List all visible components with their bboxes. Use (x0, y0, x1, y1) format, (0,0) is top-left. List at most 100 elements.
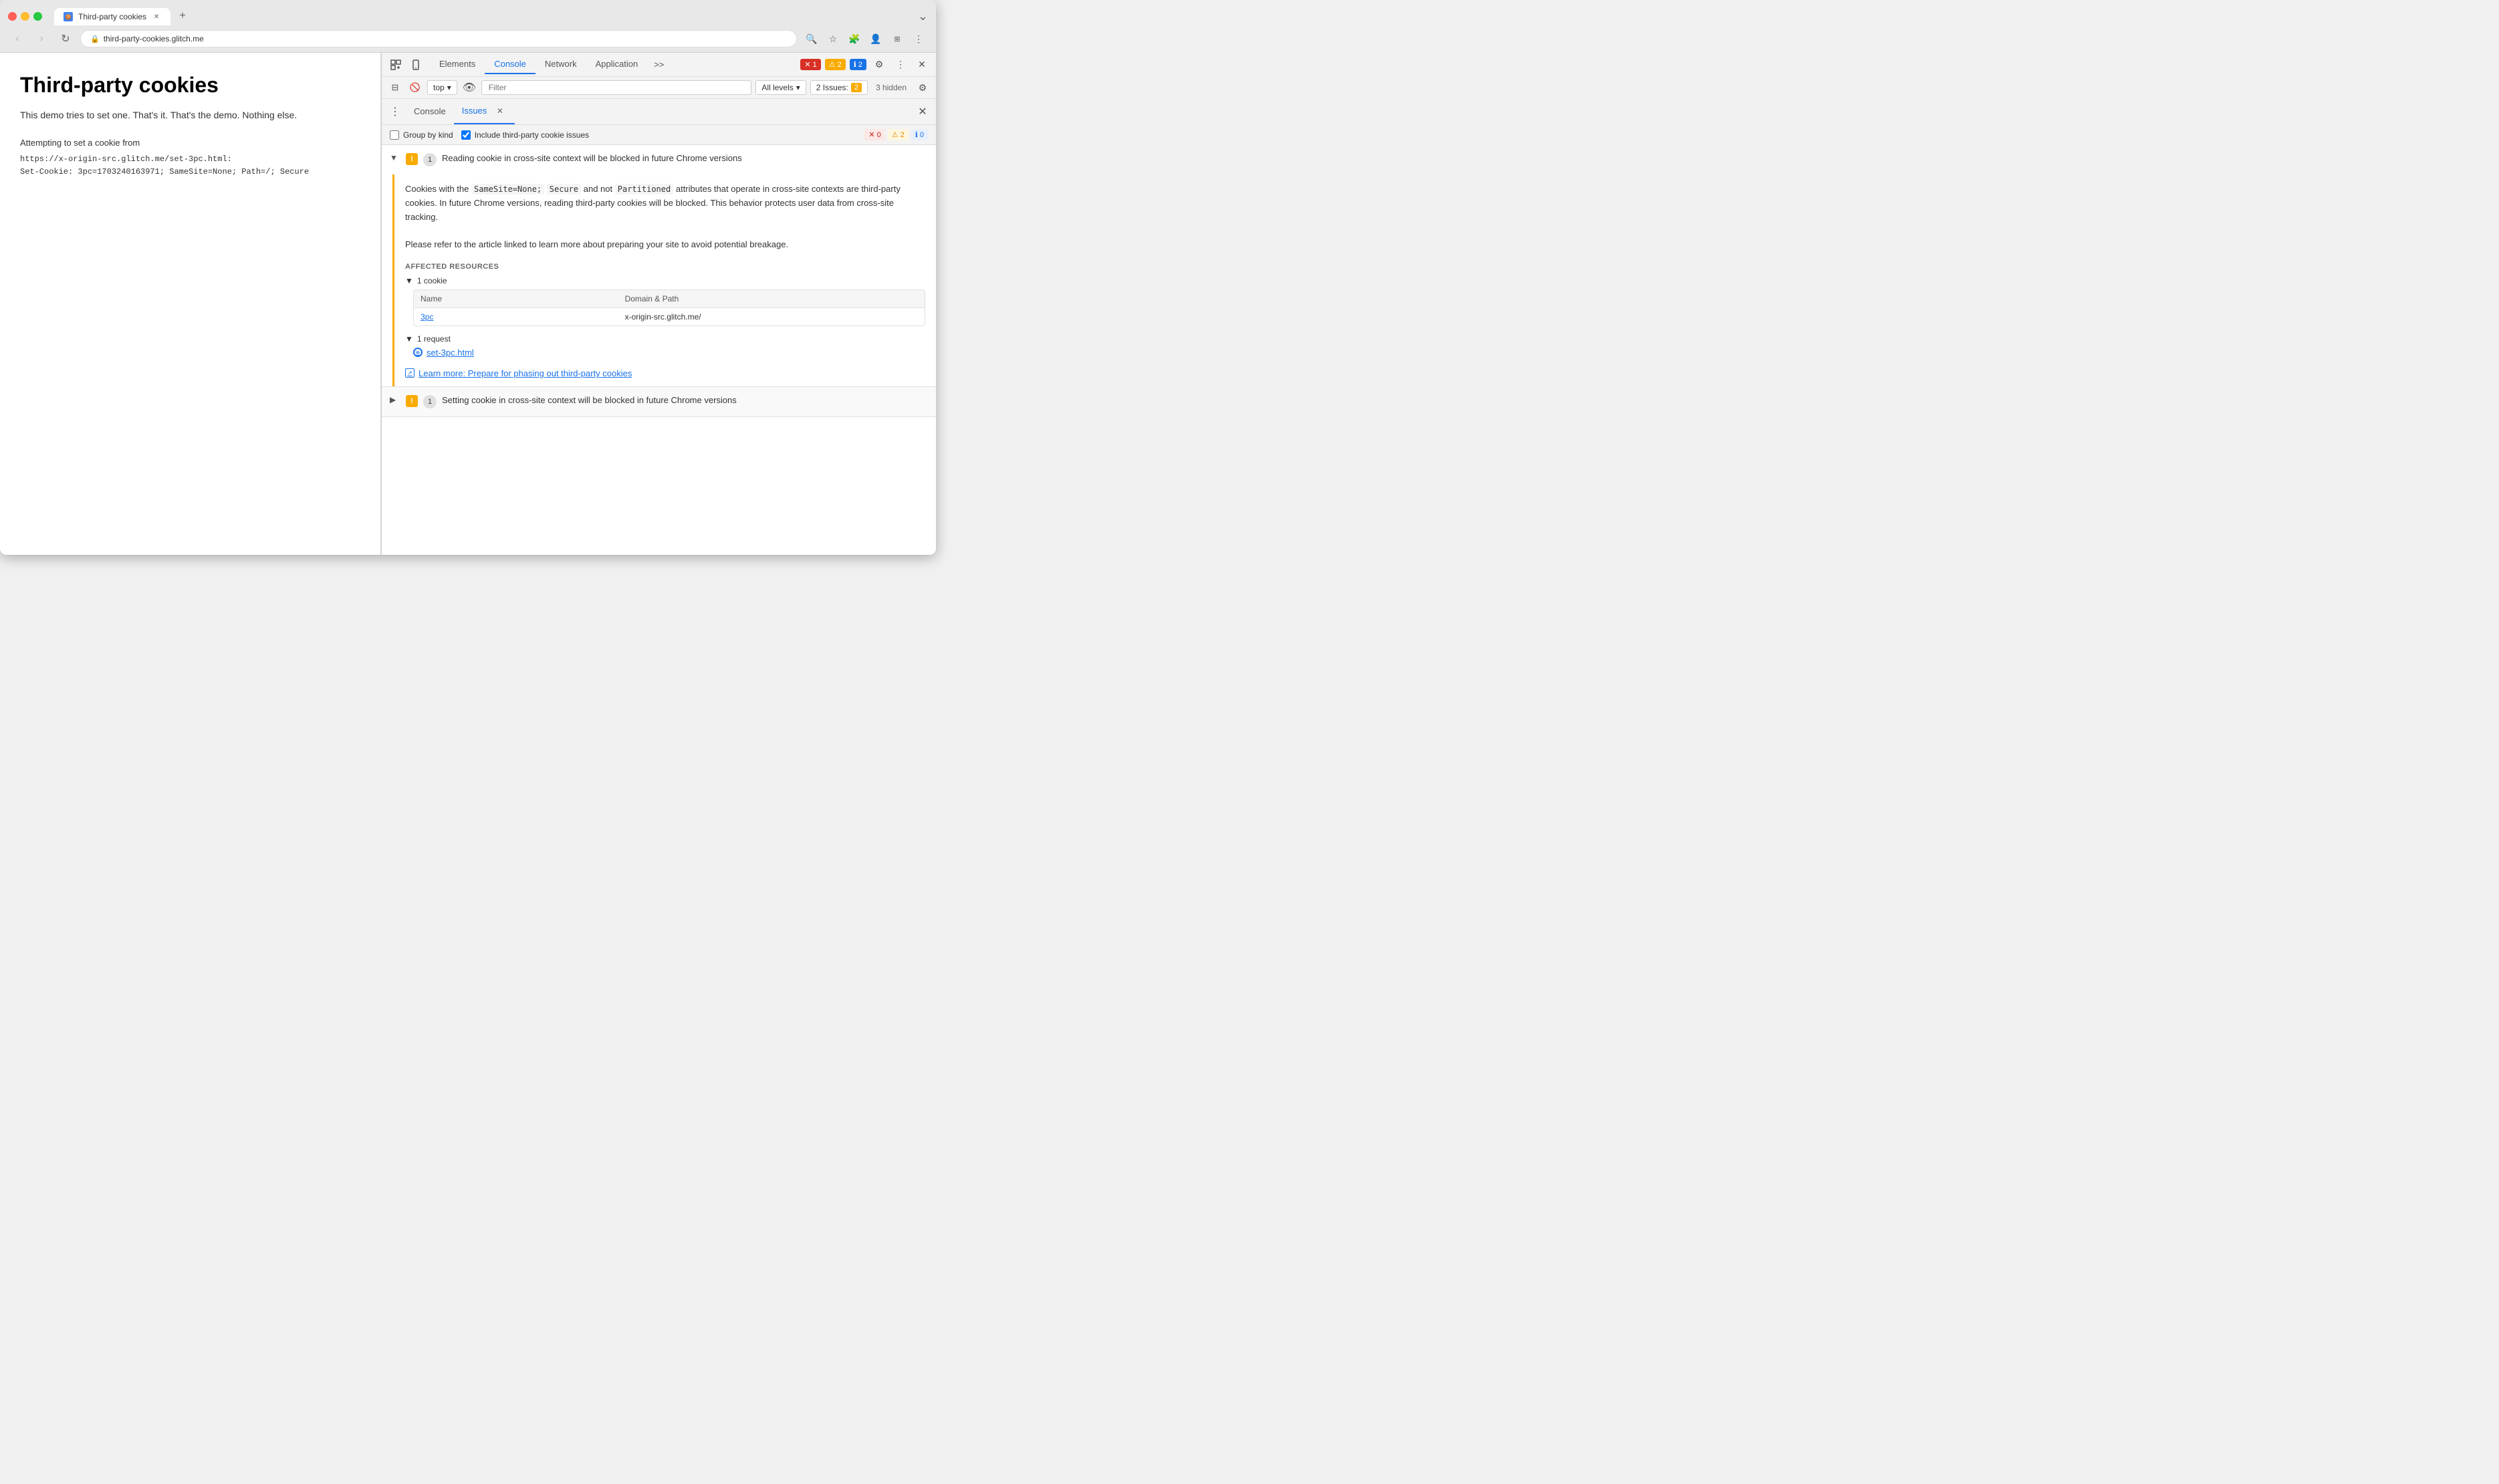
cookie-col-name: Name (414, 290, 618, 307)
cookie-table-header: Name Domain & Path (414, 290, 925, 308)
learn-more-text: Learn more: Prepare for phasing out thir… (419, 368, 632, 378)
cookie-group-header[interactable]: ▼ 1 cookie (405, 276, 925, 285)
context-dropdown[interactable]: top ▾ (427, 80, 457, 95)
info-count-badge[interactable]: ℹ 2 (850, 59, 866, 70)
minimize-window-button[interactable] (21, 12, 29, 21)
tab-elements[interactable]: Elements (430, 55, 485, 74)
window-controls-right: ⌄ (918, 9, 928, 23)
issues-warn-count: 2 (851, 83, 862, 92)
issue-1-expand-icon[interactable]: ▼ (390, 153, 400, 162)
issues-tabs: ⋮ Console Issues ✕ ✕ (382, 99, 936, 125)
error-count-badge[interactable]: ✕ 1 (800, 59, 820, 70)
nav-right-icons: 🔍 ☆ 🧩 👤 ⊞ ⋮ (802, 29, 928, 48)
info-count: 2 (858, 61, 862, 69)
profile-icon[interactable]: 👤 (866, 29, 885, 48)
issues-tab-issues[interactable]: Issues ✕ (454, 99, 515, 124)
lock-icon: 🔒 (90, 35, 100, 43)
warn-count-badge[interactable]: ⚠ 2 (825, 59, 846, 70)
zoom-icon[interactable]: 🔍 (802, 29, 821, 48)
maximize-window-button[interactable] (33, 12, 42, 21)
warn-icon-issues: ⚠ (892, 130, 899, 139)
include-third-party-option[interactable]: Include third-party cookie issues (461, 130, 589, 140)
issues-tab-menu-icon[interactable]: ⋮ (387, 104, 403, 120)
cookie-name-link[interactable]: 3pc (421, 312, 433, 322)
issue-1-header[interactable]: ▼ ! 1 Reading cookie in cross-site conte… (382, 145, 936, 174)
eye-icon[interactable]: 👁 (461, 80, 477, 96)
warn-icon: ⚠ (829, 60, 836, 69)
issue-2-header[interactable]: ▶ ! 1 Setting cookie in cross-site conte… (382, 387, 936, 416)
console-settings-icon[interactable]: ⚙ (915, 80, 931, 96)
info-count-badge-issues: ℹ 0 (911, 129, 928, 140)
request-link[interactable]: ⊕ set-3pc.html (413, 348, 925, 358)
devtools-toolbar: Elements Console Network Application >> … (382, 53, 936, 77)
group-by-kind-checkbox[interactable] (390, 130, 399, 140)
issue-1-count: 1 (423, 153, 437, 166)
extensions-icon[interactable]: 🧩 (845, 29, 864, 48)
console-sidebar-icon[interactable]: ⊟ (387, 80, 403, 96)
more-menu-icon[interactable]: ⋮ (909, 29, 928, 48)
context-dropdown-arrow: ▾ (447, 83, 451, 92)
issue-1-description: Cookies with the SameSite=None; Secure a… (405, 182, 925, 252)
issues-panel-close-button[interactable]: ✕ (915, 104, 931, 120)
issues-tab-close-button[interactable]: ✕ (493, 104, 507, 118)
bookmark-icon[interactable]: ☆ (824, 29, 842, 48)
devtools-close-button[interactable]: ✕ (913, 56, 931, 74)
address-bar[interactable]: 🔒 third-party-cookies.glitch.me (80, 30, 797, 47)
level-dropdown[interactable]: All levels ▾ (755, 80, 806, 95)
nav-bar: ‹ › ↻ 🔒 third-party-cookies.glitch.me 🔍 … (0, 25, 936, 53)
cookie-group-expand-icon: ▼ (405, 276, 413, 285)
issue-1-title: Reading cookie in cross-site context wil… (442, 153, 928, 163)
issues-options-bar: Group by kind Include third-party cookie… (382, 125, 936, 145)
error-count-badge-issues: ✕ 0 (864, 129, 884, 140)
refresh-button[interactable]: ↻ (56, 29, 75, 48)
console-filter-input[interactable] (481, 80, 752, 95)
info-icon-issues: ℹ (915, 130, 918, 139)
browser-tab[interactable]: 🍪 Third-party cookies ✕ (54, 8, 170, 25)
page-content: Third-party cookies This demo tries to s… (0, 53, 381, 555)
devtools-mobile-icon[interactable] (407, 56, 425, 74)
tab-application[interactable]: Application (586, 55, 648, 74)
issues-tab-console[interactable]: Console (406, 101, 454, 123)
learn-more-link[interactable]: ↗ Learn more: Prepare for phasing out th… (405, 368, 925, 378)
warn-count-issues: 2 (901, 131, 905, 139)
include-third-party-checkbox[interactable] (461, 130, 471, 140)
devtools-inspector-icon[interactable] (387, 56, 404, 74)
cookie-resource-group: ▼ 1 cookie Name Domain & Path (405, 276, 925, 326)
cookie-url: https://x-origin-src.glitch.me/set-3pc.h… (20, 153, 360, 166)
context-value: top (433, 83, 445, 92)
new-tab-button[interactable]: + (173, 7, 192, 25)
page-title: Third-party cookies (20, 73, 360, 98)
close-window-button[interactable] (8, 12, 17, 21)
devtools-panel: Elements Console Network Application >> … (381, 53, 936, 555)
level-label: All levels (761, 83, 793, 92)
attempt-label: Attempting to set a cookie from (20, 136, 360, 150)
tab-console[interactable]: Console (485, 55, 536, 74)
tab-more-button[interactable]: >> (647, 55, 671, 74)
issues-badge[interactable]: 2 Issues: 2 (810, 80, 868, 95)
affected-label: AFFECTED RESOURCES (405, 263, 925, 271)
issue-2-severity-icon: ! (406, 395, 418, 407)
console-clear-icon[interactable]: 🚫 (407, 80, 423, 96)
cookie-table-row: 3pc x-origin-src.glitch.me/ (414, 308, 925, 326)
devtools-settings-icon[interactable]: ⚙ (870, 56, 888, 74)
devtools-more-options-icon[interactable]: ⋮ (892, 56, 909, 74)
forward-button[interactable]: › (32, 29, 51, 48)
request-group-header[interactable]: ▼ 1 request (405, 334, 925, 344)
request-icon: ⊕ (413, 348, 423, 357)
issue-2-title: Setting cookie in cross-site context wil… (442, 395, 928, 405)
window-chevron-icon[interactable]: ⌄ (918, 9, 928, 23)
group-by-kind-option[interactable]: Group by kind (390, 130, 453, 140)
customize-icon[interactable]: ⊞ (888, 29, 907, 48)
cookie-value: Set-Cookie: 3pc=1703240163971; SameSite=… (20, 166, 360, 178)
cookie-attempt: Attempting to set a cookie from https://… (20, 136, 360, 178)
code-partitioned: Partitioned (615, 184, 673, 195)
info-icon: ℹ (854, 60, 856, 69)
issues-label: 2 Issues: (816, 83, 848, 92)
tab-close-button[interactable]: ✕ (152, 12, 161, 21)
issues-panel: ⋮ Console Issues ✕ ✕ Group by kind (382, 99, 936, 555)
issues-content: ▼ ! 1 Reading cookie in cross-site conte… (382, 145, 936, 555)
back-button[interactable]: ‹ (8, 29, 27, 48)
issue-2-expand-icon[interactable]: ▶ (390, 395, 400, 404)
code-samesite: SameSite=None; (471, 184, 544, 195)
tab-network[interactable]: Network (536, 55, 586, 74)
